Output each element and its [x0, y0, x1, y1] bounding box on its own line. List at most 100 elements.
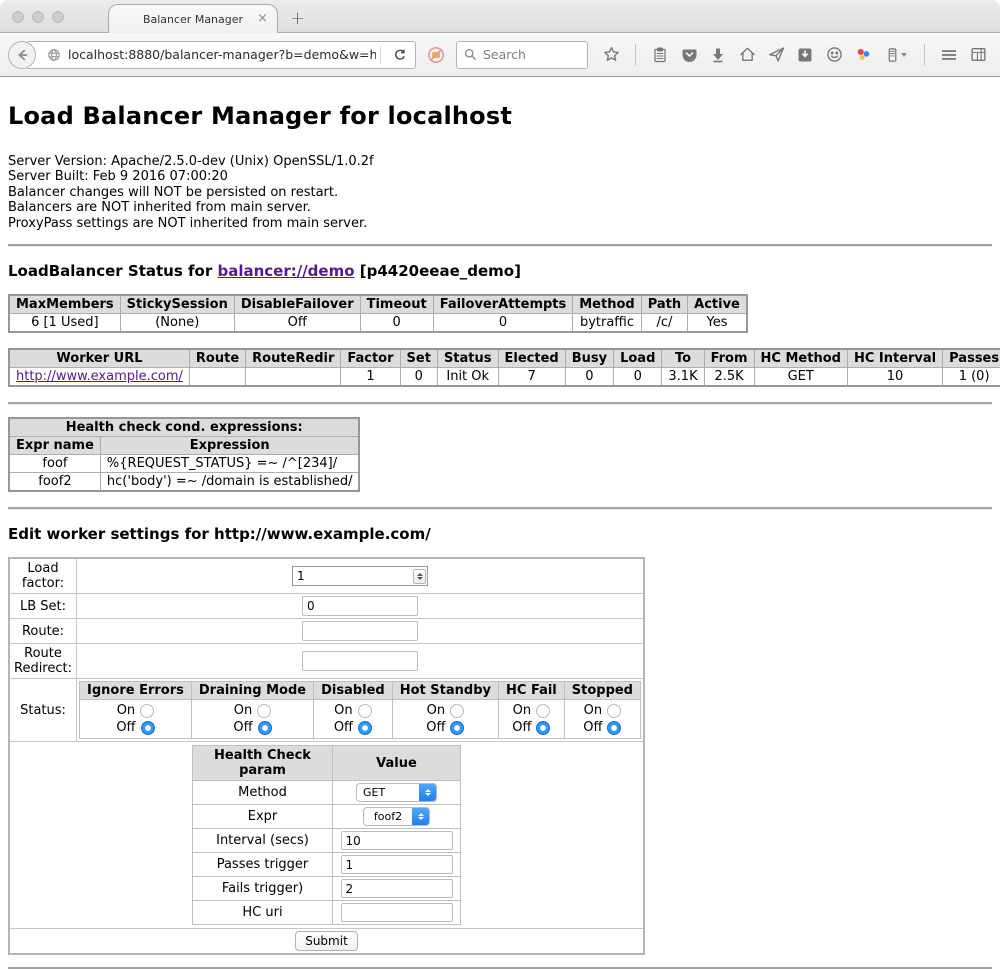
expr-name-cell: foof	[9, 455, 100, 473]
form-row-route: Route:	[9, 619, 644, 644]
form-row-health-check: Health Check param Value Method GET	[9, 742, 644, 929]
stopped-off-radio[interactable]	[607, 721, 621, 735]
header-cell: Worker URL	[9, 349, 189, 368]
hc-fail-off-radio[interactable]	[536, 721, 550, 735]
header-cell: HC Fail	[499, 682, 565, 700]
content-blocked-icon[interactable]	[424, 43, 448, 67]
colored-dots-extension-icon[interactable]	[854, 46, 872, 64]
draining-mode-on-radio[interactable]	[257, 704, 271, 718]
tab-bar: Balancer Manager × +	[0, 0, 1000, 33]
route-redirect-label: Route Redirect:	[9, 644, 77, 679]
status-options-table: Ignore Errors Draining Mode Disabled Hot…	[79, 681, 641, 739]
proxypass-inherit-line: ProxyPass settings are NOT inherited fro…	[8, 216, 992, 231]
divider	[8, 402, 992, 404]
search-bar[interactable]	[456, 41, 588, 69]
url-bar[interactable]: localhost:8880/balancer-manager?b=demo&w…	[26, 41, 416, 69]
window-zoom-button[interactable]	[52, 11, 64, 23]
route-redirect-input[interactable]	[302, 651, 418, 671]
ignore-errors-on-radio[interactable]	[140, 704, 154, 718]
lb-set-label: LB Set:	[9, 594, 77, 619]
number-stepper-icon[interactable]	[413, 569, 426, 584]
header-cell: Method	[573, 295, 641, 314]
pocket-icon[interactable]	[680, 46, 698, 64]
select-stepper-icon	[412, 807, 429, 826]
download-arrow-icon[interactable]	[709, 46, 727, 64]
form-row-route-redirect: Route Redirect:	[9, 644, 644, 679]
expr-value-cell: %{REQUEST_STATUS} =~ /^[234]/	[100, 455, 359, 473]
sidebar-grid-icon[interactable]	[969, 46, 987, 64]
window-controls[interactable]	[12, 11, 64, 23]
on-label: On	[117, 703, 135, 718]
method-select[interactable]: GET	[356, 783, 437, 802]
header-cell: Disabled	[314, 682, 393, 700]
back-button[interactable]	[8, 41, 36, 69]
loadbalancer-status-heading: LoadBalancer Status for balancer://demo …	[8, 262, 992, 280]
header-cell: HC Method	[754, 349, 847, 368]
send-icon[interactable]	[767, 46, 785, 64]
interval-input[interactable]	[341, 831, 453, 850]
new-tab-button[interactable]: +	[290, 8, 305, 29]
table-cell: /c/	[641, 314, 687, 333]
worker-status-table: Worker URL Route RouteRedir Factor Set S…	[8, 348, 1000, 387]
balancer-demo-link[interactable]: balancer://demo	[217, 262, 354, 280]
window-close-button[interactable]	[12, 11, 24, 23]
lb-set-input[interactable]	[302, 596, 418, 616]
table-cell: Init Ok	[437, 368, 498, 387]
table-cell: 0	[433, 314, 573, 333]
worker-row: http://www.example.com/ 1 0 Init Ok 7 0 …	[9, 368, 1000, 387]
window-minimize-button[interactable]	[32, 11, 44, 23]
page-title: Load Balancer Manager for localhost	[8, 77, 992, 130]
server-version-line: Server Version: Apache/2.5.0-dev (Unix) …	[8, 154, 992, 169]
passes-input[interactable]	[341, 855, 453, 874]
table-header-row: Expr name Expression	[9, 437, 359, 455]
table-cell	[246, 368, 341, 387]
hc-row-passes: Passes trigger	[193, 853, 461, 877]
header-cell: Active	[688, 295, 747, 314]
url-text[interactable]: localhost:8880/balancer-manager?b=demo&w…	[68, 47, 376, 62]
chat-smiley-icon[interactable]	[825, 46, 843, 64]
tab-balancer-manager[interactable]: Balancer Manager ×	[108, 4, 278, 34]
table-cell: 0	[400, 368, 437, 387]
tab-close-icon[interactable]: ×	[257, 11, 268, 26]
submit-button[interactable]: Submit	[295, 931, 358, 951]
home-icon[interactable]	[738, 46, 756, 64]
table-cell: (None)	[120, 314, 234, 333]
header-cell: Stopped	[564, 682, 640, 700]
reading-list-icon[interactable]	[651, 46, 669, 64]
toolbar-icons	[602, 44, 987, 66]
header-cell: Route	[189, 349, 245, 368]
server-built-line: Server Built: Feb 9 2016 07:00:20	[8, 169, 992, 184]
stopped-on-radio[interactable]	[607, 704, 621, 718]
load-factor-input[interactable]	[292, 566, 428, 586]
container-tabs-icon[interactable]	[883, 46, 909, 64]
expr-label: Expr	[193, 805, 333, 829]
draining-mode-off-radio[interactable]	[258, 721, 272, 735]
extension-download-icon[interactable]	[796, 46, 814, 64]
ignore-errors-off-radio[interactable]	[141, 721, 155, 735]
reload-button[interactable]	[385, 48, 415, 62]
bookmark-star-icon[interactable]	[602, 46, 620, 64]
hot-standby-off-radio[interactable]	[450, 721, 464, 735]
hc-uri-input[interactable]	[341, 903, 453, 922]
worker-url-link[interactable]: http://www.example.com/	[16, 369, 183, 384]
search-input[interactable]	[483, 47, 573, 62]
hot-standby-on-radio[interactable]	[450, 704, 464, 718]
menu-hamburger-icon[interactable]	[940, 46, 958, 64]
server-info: Server Version: Apache/2.5.0-dev (Unix) …	[8, 154, 992, 231]
table-title-row: Health check cond. expressions:	[9, 418, 359, 437]
disabled-on-radio[interactable]	[358, 704, 372, 718]
expr-select[interactable]: foof2	[363, 807, 430, 826]
hc-fail-on-radio[interactable]	[536, 704, 550, 718]
status-label: Status:	[9, 679, 77, 742]
expr-table-title: Health check cond. expressions:	[9, 418, 359, 437]
disabled-off-radio[interactable]	[358, 721, 372, 735]
header-cell: Status	[437, 349, 498, 368]
header-cell: Hot Standby	[392, 682, 498, 700]
fails-input[interactable]	[341, 879, 453, 898]
table-cell: 1 (0)	[943, 368, 1000, 387]
table-cell: bytraffic	[573, 314, 641, 333]
heading-suffix: [p4420eeae_demo]	[355, 262, 521, 280]
header-cell: FailoverAttempts	[433, 295, 573, 314]
route-input[interactable]	[302, 621, 418, 641]
interval-label: Interval (secs)	[193, 829, 333, 853]
